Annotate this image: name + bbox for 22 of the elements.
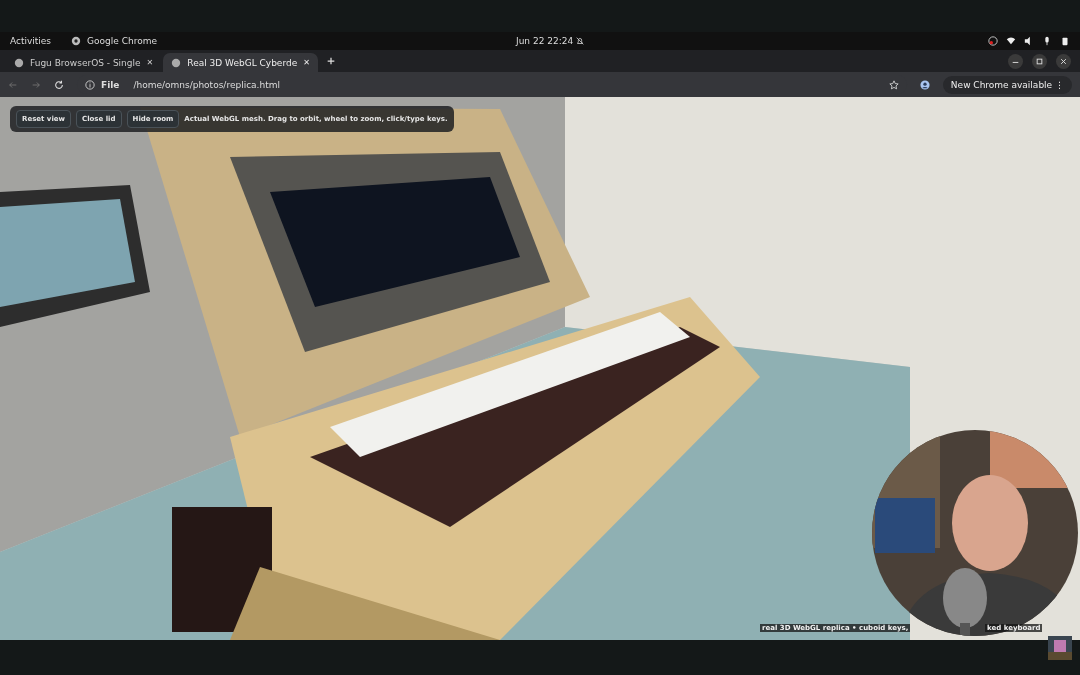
wifi-icon[interactable]: [1006, 36, 1016, 46]
browser-tab[interactable]: Real 3D WebGL Cyberde ✕: [163, 53, 318, 72]
globe-icon: [171, 57, 182, 68]
reload-icon[interactable]: [54, 79, 64, 90]
microphone-icon[interactable]: [1042, 36, 1052, 46]
app-name: Google Chrome: [87, 36, 157, 46]
restore-icon[interactable]: [1032, 53, 1047, 69]
profile-icon[interactable]: [919, 79, 930, 90]
globe-icon: [14, 57, 24, 68]
info-icon: [85, 79, 95, 90]
globe-icon: [71, 36, 82, 46]
record-icon[interactable]: [988, 36, 998, 46]
battery-icon[interactable]: [1060, 36, 1070, 46]
minimize-icon[interactable]: [1008, 53, 1023, 69]
update-button[interactable]: New Chrome available ⋮: [942, 75, 1072, 94]
browser-tab[interactable]: Fugu BrowserOS - Single ✕: [6, 53, 162, 72]
bookmark-star-icon[interactable]: [888, 79, 899, 90]
bell-off-icon[interactable]: [575, 36, 585, 46]
activities-button[interactable]: Activities: [10, 36, 52, 46]
new-tab-icon[interactable]: [325, 56, 336, 66]
clock[interactable]: Jun 22 22:24: [516, 36, 574, 46]
close-icon[interactable]: [1056, 53, 1071, 69]
